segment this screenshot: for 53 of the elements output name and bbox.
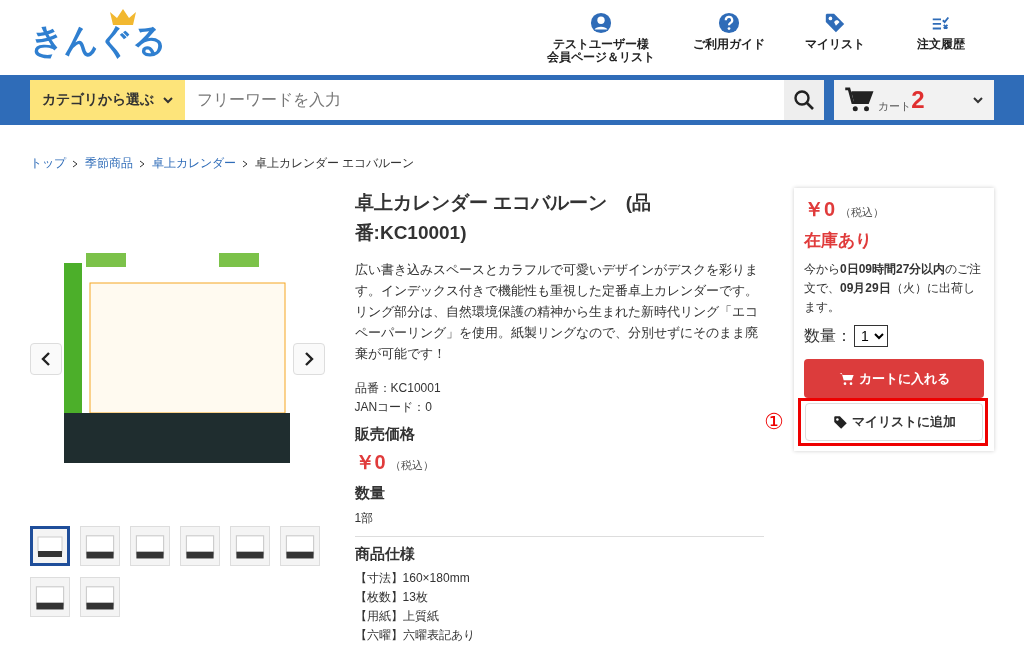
next-button[interactable] — [292, 343, 325, 375]
quantity-label: 数量： — [804, 325, 852, 346]
logo[interactable]: きんぐる — [30, 18, 166, 64]
product-code: JANコード：0 — [354, 399, 433, 416]
chevron-right-icon — [139, 159, 146, 168]
price-heading: 販売価格 — [354, 425, 416, 444]
stock-status: 在庫あり — [804, 230, 873, 252]
add-to-cart-button[interactable]: カートに入れる — [804, 359, 984, 398]
search-field[interactable]: フリーワードを入力 — [185, 80, 785, 120]
breadcrumb-link[interactable]: 卓上カレンダー — [152, 155, 236, 172]
nav-link[interactable]: ご利用ガイド — [676, 12, 782, 64]
quantity-text: 1部 — [354, 510, 375, 527]
chevron-right-icon — [302, 351, 315, 367]
nav-link[interactable]: テストユーザー様 会員ページ＆リスト — [526, 12, 676, 64]
chevron-down-icon — [161, 94, 174, 106]
spec-heading: 商品仕様 — [354, 545, 416, 564]
cart-icon — [838, 370, 855, 387]
spec-item: 【寸法】160×180mm — [354, 570, 471, 587]
cart-button[interactable]: カート 2 — [834, 80, 994, 120]
chevron-down-icon — [972, 94, 984, 106]
tag-icon — [824, 12, 846, 34]
spec-item: 【枚数】13枚 — [354, 589, 429, 606]
breadcrumb-link[interactable]: 季節商品 — [85, 155, 133, 172]
chevron-right-icon — [72, 159, 79, 168]
price: ￥0 — [804, 198, 836, 220]
search-button[interactable] — [784, 80, 825, 120]
annotation-number: ① — [764, 409, 784, 435]
quantity-select[interactable]: 1 — [854, 325, 888, 347]
nav-link[interactable]: マイリスト — [782, 12, 888, 64]
price: ￥0 — [354, 451, 386, 473]
previous-button[interactable] — [30, 343, 62, 375]
spec-item: 【六曜】六曜表記あり — [354, 627, 476, 644]
category-dropdown[interactable]: カテゴリから選ぶ — [30, 80, 185, 120]
product-code: 品番：KC10001 — [354, 380, 442, 397]
search-icon — [793, 89, 816, 111]
user-icon — [590, 12, 612, 34]
nav-link[interactable]: 注文履歴 — [888, 12, 994, 64]
tax-note: （税込） — [839, 206, 884, 218]
chevron-right-icon — [242, 159, 249, 168]
spec-item: 【用紙】上質紙 — [354, 608, 440, 625]
quantity-heading: 数量 — [354, 484, 386, 503]
help-icon — [718, 12, 740, 34]
thumbnail[interactable] — [30, 526, 70, 566]
tax-note: （税込） — [390, 459, 435, 471]
delivery-note: 今から0日09時間27分以内のご注文で、09月29日（火）に出荷します。 — [804, 261, 983, 316]
breadcrumb-link[interactable]: トップ — [30, 155, 66, 172]
tag-icon — [832, 414, 848, 430]
product-title: 卓上カレンダー エコバルーン (品番:KC10001) — [354, 191, 653, 245]
add-to-list-button[interactable]: マイリストに追加 — [805, 403, 983, 441]
chevron-left-icon — [40, 351, 52, 367]
crown-icon — [108, 8, 138, 26]
product-description: 広い書き込みスペースとカラフルで可愛いデザインがデスクを彩ります。インデックス付きで機能性も重視した定番卓上カレンダーです。リング部分は、自然環境保護の精神から生まれた新時代リング「エコペーパーリング」を使用。紙製リングなので、分別せずにそのまま廃棄が可能です！ — [354, 262, 759, 363]
breadcrumb-current: 卓上カレンダー エコバルーン — [255, 155, 415, 172]
